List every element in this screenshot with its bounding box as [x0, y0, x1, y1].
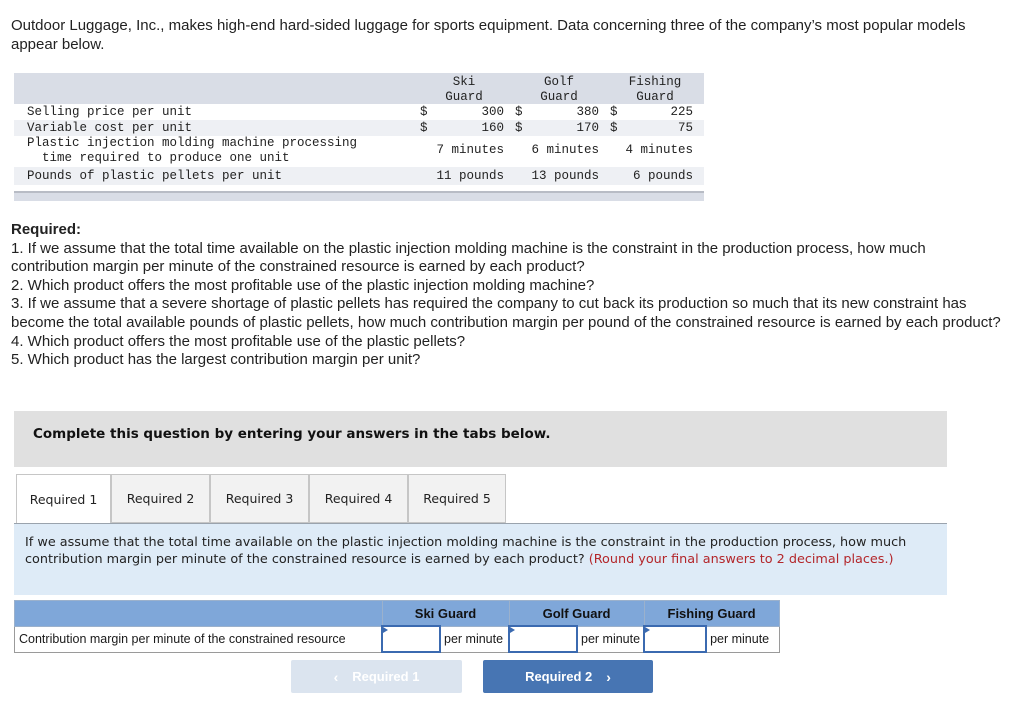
value-golf-guard: 380 [576, 105, 599, 119]
input-flag-icon [510, 627, 515, 633]
answer-row-label: Contribution margin per minute of the co… [14, 625, 383, 653]
table-row: Pounds of plastic pellets per unit 11 po… [14, 167, 704, 185]
chevron-right-icon: › [606, 668, 611, 685]
table-row: Selling price per unit $ 300 $ 380 $ 225 [14, 104, 704, 120]
currency-symbol: $ [420, 121, 428, 135]
currency-symbol: $ [420, 105, 428, 119]
previous-required-button[interactable]: ‹ Required 1 [291, 660, 462, 693]
ski-guard-input-cell [381, 625, 441, 653]
row-label: Pounds of plastic pellets per unit [27, 169, 283, 183]
tab-required-4[interactable]: Required 4 [309, 474, 408, 523]
value-fishing-guard: 225 [670, 105, 693, 119]
header-golf-guard: Golf Guard [508, 600, 645, 627]
unit-label: per minute [705, 625, 780, 653]
column-header-fishing-guard: Fishing Guard [620, 75, 690, 105]
tab-required-5[interactable]: Required 5 [408, 474, 506, 523]
golf-guard-input-cell [508, 625, 578, 653]
required-section: Required: 1. If we assume that the total… [11, 221, 1001, 370]
table-row: Plastic injection molding machine proces… [14, 136, 704, 167]
required-title: Required: [11, 221, 82, 238]
tab-required-2[interactable]: Required 2 [111, 474, 210, 523]
unit-label: per minute [576, 625, 645, 653]
table-header: Ski Guard Golf Guard Fishing Guard [14, 73, 704, 104]
answer-header-row: Ski Guard Golf Guard Fishing Guard [14, 600, 780, 627]
value-fishing-guard: 4 minutes [625, 143, 693, 157]
value-ski-guard: 11 pounds [436, 169, 504, 183]
header-blank [14, 600, 383, 627]
fishing-guard-cm-per-minute-input[interactable] [645, 629, 706, 649]
input-flag-icon [645, 627, 651, 633]
chevron-left-icon: ‹ [333, 668, 339, 685]
input-flag-icon [383, 627, 388, 633]
rounding-note: (Round your final answers to 2 decimal p… [588, 552, 894, 567]
header-line: Fishing [628, 75, 682, 89]
currency-symbol: $ [610, 121, 618, 135]
fishing-guard-input-cell [643, 625, 708, 653]
value-golf-guard: 170 [576, 121, 599, 135]
value-fishing-guard: 75 [677, 121, 693, 135]
header-line: Guard [445, 90, 483, 104]
table-footer-bar [14, 191, 704, 201]
required-item-2: 2. Which product offers the most profita… [11, 276, 595, 294]
header-fishing-guard: Fishing Guard [643, 600, 780, 627]
question-panel: If we assume that the total time availab… [14, 523, 947, 595]
required-item-4: 4. Which product offers the most profita… [11, 332, 466, 350]
header-line: Guard [540, 90, 578, 104]
question-text: If we assume that the total time availab… [25, 534, 935, 568]
product-data-table: Ski Guard Golf Guard Fishing Guard Selli… [14, 73, 704, 201]
header-line: Guard [636, 90, 674, 104]
row-label: Selling price per unit [27, 105, 193, 119]
required-item-1: 1. If we assume that the total time avai… [11, 239, 926, 276]
column-header-ski-guard: Ski Guard [432, 75, 496, 105]
value-fishing-guard: 6 pounds [632, 169, 693, 183]
value-golf-guard: 13 pounds [531, 169, 599, 183]
currency-symbol: $ [515, 105, 523, 119]
tab-bar: Required 1 Required 2 Required 3 Require… [16, 474, 506, 524]
header-line: Golf [543, 75, 574, 89]
row-label: Variable cost per unit [27, 121, 193, 135]
instructions-text: Complete this question by entering your … [33, 426, 551, 442]
answer-row: Contribution margin per minute of the co… [14, 625, 780, 653]
next-required-button[interactable]: Required 2 › [483, 660, 653, 693]
header-ski-guard: Ski Guard [381, 600, 510, 627]
golf-guard-cm-per-minute-input[interactable] [510, 629, 576, 649]
intro-paragraph: Outdoor Luggage, Inc., makes high-end ha… [11, 17, 966, 53]
header-line: Ski [452, 75, 476, 89]
tab-required-3[interactable]: Required 3 [210, 474, 309, 523]
instructions-banner: Complete this question by entering your … [14, 411, 947, 467]
tab-required-1[interactable]: Required 1 [16, 474, 111, 524]
required-item-5: 5. Which product has the largest contrib… [11, 351, 421, 369]
value-ski-guard: 300 [481, 105, 504, 119]
value-golf-guard: 6 minutes [531, 143, 599, 157]
column-header-golf-guard: Golf Guard [527, 75, 591, 105]
ski-guard-cm-per-minute-input[interactable] [383, 629, 439, 649]
unit-label: per minute [439, 625, 510, 653]
answer-table: Ski Guard Golf Guard Fishing Guard Contr… [14, 600, 780, 653]
required-item-3: 3. If we assume that a severe shortage o… [11, 295, 1001, 331]
previous-button-label: Required 1 [352, 669, 420, 684]
currency-symbol: $ [515, 121, 523, 135]
value-ski-guard: 7 minutes [436, 143, 504, 157]
next-button-label: Required 2 [525, 669, 593, 684]
row-label: Plastic injection molding machine proces… [27, 136, 358, 150]
currency-symbol: $ [610, 105, 618, 119]
table-row: Variable cost per unit $ 160 $ 170 $ 75 [14, 120, 704, 136]
value-ski-guard: 160 [481, 121, 504, 135]
row-label-continued: time required to produce one unit [27, 151, 290, 165]
